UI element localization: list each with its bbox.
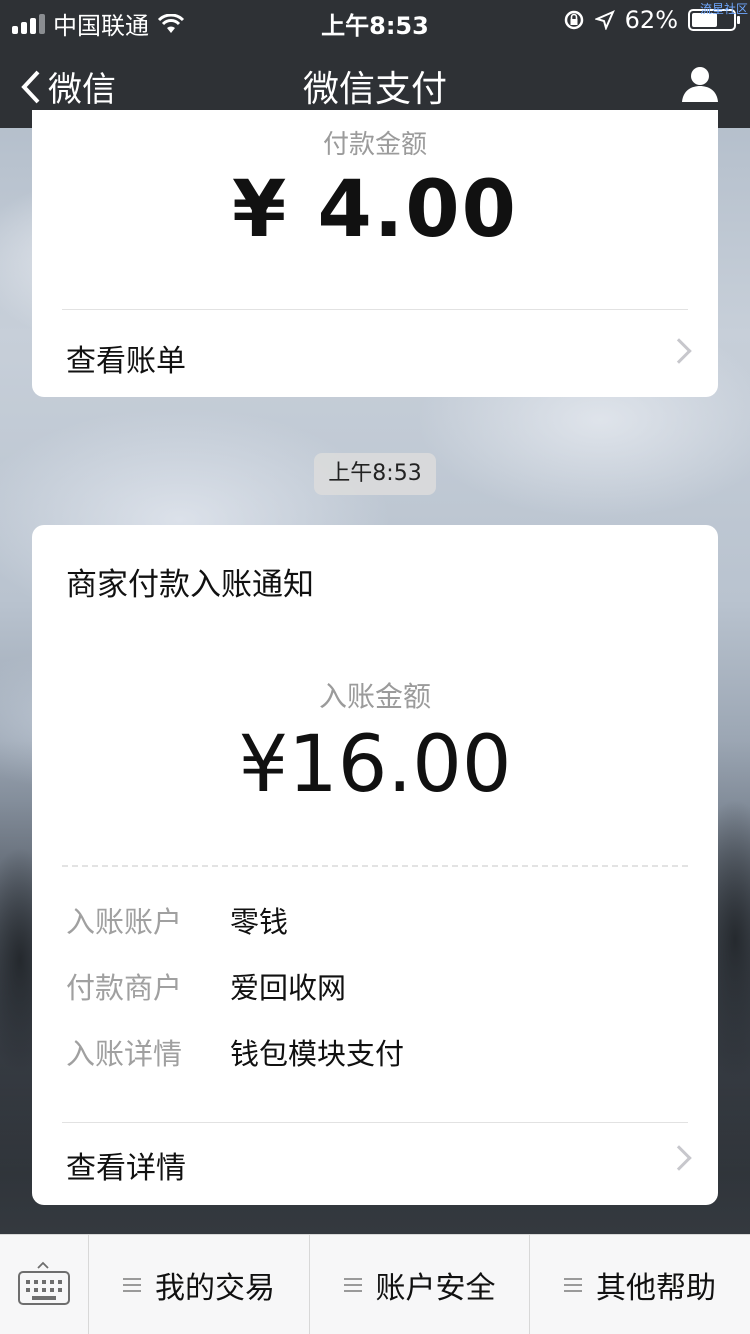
chevron-right-icon — [666, 338, 692, 364]
rotation-lock-icon — [564, 10, 583, 30]
detail-value: 钱包模块支付 — [230, 1037, 405, 1071]
notification-heading: 商家付款入账通知 — [66, 567, 314, 603]
detail-key: 付款商户 — [66, 971, 183, 1005]
view-details-label: 查看详情 — [66, 1151, 186, 1186]
view-details-link[interactable]: 查看详情 — [66, 1143, 692, 1186]
detail-value: 零钱 — [230, 905, 289, 939]
battery-percent: 62% — [624, 6, 678, 34]
keyboard-toggle-button[interactable] — [0, 1235, 89, 1334]
menu-lines-icon — [564, 1278, 582, 1292]
keyboard-icon — [18, 1271, 70, 1305]
divider — [62, 309, 688, 310]
page-title: 微信支付 — [302, 69, 447, 110]
watermark: 流星社区 — [699, 2, 748, 16]
top-bar: 中国联通 上午8:53 62% 流星社区 微信 微信支付 — [0, 0, 750, 128]
credit-amount: ¥16.00 — [238, 720, 512, 810]
detail-key: 入账详情 — [66, 1037, 183, 1071]
menu-label: 其他帮助 — [596, 1271, 716, 1306]
person-icon[interactable] — [680, 64, 720, 104]
notification-card: 商家付款入账通知 入账金额 ¥16.00 入账账户 零钱 付款商户 爱回收网 入… — [32, 525, 718, 1205]
view-bill-label: 查看账单 — [66, 344, 186, 379]
detail-value: 爱回收网 — [230, 971, 347, 1005]
menu-my-transactions[interactable]: 我的交易 — [89, 1235, 310, 1334]
view-bill-link[interactable]: 查看账单 — [66, 336, 692, 379]
payment-amount-label: 付款金额 — [322, 130, 427, 160]
message-timestamp: 上午8:53 — [314, 453, 436, 495]
payment-amount: ¥ 4.00 — [232, 165, 518, 255]
menu-lines-icon — [343, 1278, 362, 1292]
credit-amount-label: 入账金额 — [318, 680, 431, 713]
divider — [62, 1122, 688, 1123]
chevron-up-icon — [37, 1261, 49, 1269]
bottom-menu: 我的交易 账户安全 其他帮助 — [0, 1234, 750, 1334]
location-arrow-icon — [594, 10, 615, 30]
chevron-right-icon — [666, 1145, 692, 1171]
menu-label: 账户安全 — [375, 1271, 496, 1306]
menu-lines-icon — [123, 1278, 141, 1292]
menu-other-help[interactable]: 其他帮助 — [530, 1235, 750, 1334]
detail-key: 入账账户 — [66, 905, 183, 939]
dashed-divider — [62, 865, 688, 867]
payment-card: 付款金额 ¥ 4.00 查看账单 — [32, 110, 718, 397]
menu-account-security[interactable]: 账户安全 — [310, 1235, 530, 1334]
menu-label: 我的交易 — [155, 1271, 275, 1306]
status-bar: 中国联通 上午8:53 62% 流星社区 — [0, 0, 750, 40]
